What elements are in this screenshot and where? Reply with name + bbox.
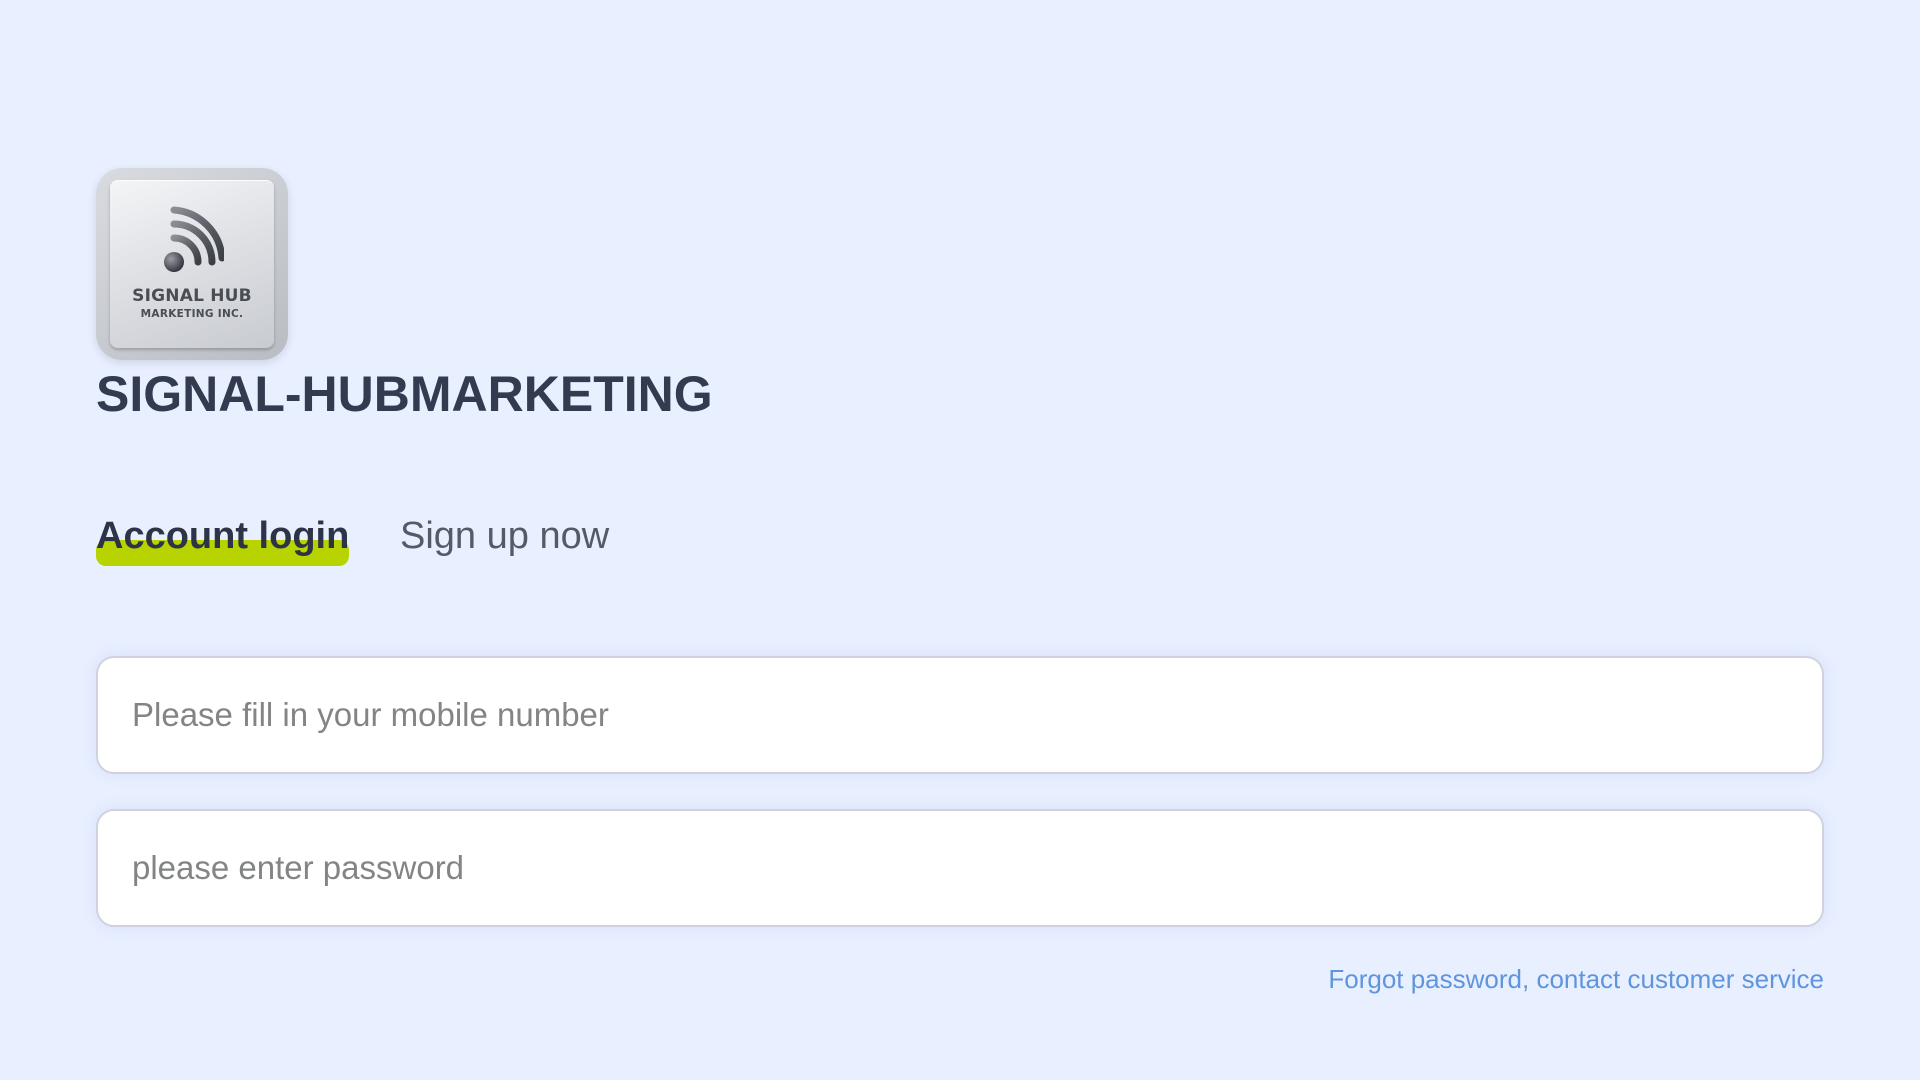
tab-sign-up-label: Sign up now xyxy=(400,515,610,557)
tab-account-login-label: Account login xyxy=(96,515,350,557)
logo-text-sub: MARKETING INC. xyxy=(140,308,244,320)
forgot-password-link[interactable]: Forgot password, contact customer servic… xyxy=(1328,964,1824,995)
mobile-number-field xyxy=(96,656,1824,774)
brand-logo: SIGNAL HUB MARKETING INC. xyxy=(96,168,288,360)
logo-plate: SIGNAL HUB MARKETING INC. xyxy=(110,180,274,348)
site-title: SIGNAL-HUBMARKETING xyxy=(96,366,713,422)
login-page: SIGNAL HUB MARKETING INC. SIGNAL-HUBMARK… xyxy=(0,0,1920,1080)
password-field xyxy=(96,809,1824,927)
tab-sign-up[interactable]: Sign up now xyxy=(400,510,609,562)
tab-account-login[interactable]: Account login xyxy=(96,510,350,566)
password-input[interactable] xyxy=(132,811,1782,925)
logo-text-main: SIGNAL HUB xyxy=(132,286,252,306)
wifi-signal-icon xyxy=(164,206,224,272)
mobile-number-input[interactable] xyxy=(132,658,1782,772)
